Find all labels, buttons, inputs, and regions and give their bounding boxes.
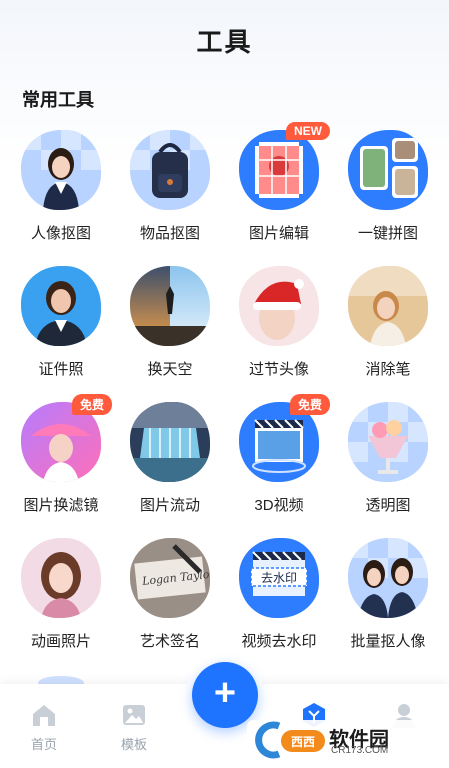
tool-batch-portrait-cutout[interactable]: 批量抠人像 (333, 538, 443, 651)
sky-replace-image (130, 266, 210, 346)
batch-portrait-cutout-image (348, 538, 428, 618)
tool-label: 过节头像 (248, 361, 309, 378)
tool-label: 视频去水印 (241, 633, 317, 650)
tool-label: 一键拼图 (357, 225, 418, 242)
tool-collage[interactable]: 一键拼图 (333, 130, 443, 243)
tab-home[interactable]: 首页 (14, 702, 74, 753)
tool-sky-replace[interactable]: 换天空 (115, 266, 225, 379)
tool-3d-video[interactable]: 免费 3D视频 (224, 394, 334, 515)
animated-photo-image (21, 538, 101, 618)
tool-label: 图片流动 (139, 497, 200, 514)
tool-image-edit[interactable]: NEW 图片编辑 (224, 122, 334, 243)
tool-art-signature[interactable]: Logan Taylor 艺术签名 (115, 538, 225, 651)
tool-animated-photo[interactable]: 动画照片 (6, 538, 116, 651)
holiday-avatar-image (239, 266, 319, 346)
image-template-icon (121, 702, 147, 728)
home-icon (31, 702, 57, 728)
free-badge: 免费 (289, 394, 330, 415)
watermark-removal-image: 去水印 (239, 538, 319, 618)
watermark-logo-icon: 西西 (255, 721, 325, 759)
tool-object-cutout[interactable]: 物品抠图 (115, 130, 225, 243)
tool-holiday-avatar[interactable]: 过节头像 (224, 266, 334, 379)
tool-id-photo[interactable]: 证件照 (6, 266, 116, 379)
image-flow-image (130, 402, 210, 482)
tab-home-label: 首页 (30, 737, 57, 752)
object-cutout-image (130, 130, 210, 210)
tool-label: 批量抠人像 (350, 633, 426, 650)
tool-label: 证件照 (38, 361, 84, 378)
tool-label: 透明图 (365, 497, 411, 514)
tool-image-flow[interactable]: 图片流动 (115, 402, 225, 515)
page-title: 工具 (196, 27, 253, 57)
id-photo-image (21, 266, 101, 346)
new-badge: NEW (286, 122, 330, 140)
tool-video-watermark-removal[interactable]: 去水印 视频去水印 (224, 538, 334, 651)
site-watermark: 西西 软件园 CR173.COM (247, 720, 443, 760)
tool-label: 动画照片 (30, 633, 91, 650)
tab-templates[interactable]: 模板 (104, 702, 164, 753)
art-signature-image: Logan Taylor (130, 538, 210, 618)
tool-label: 人像抠图 (30, 225, 91, 242)
tab-templates-label: 模板 (120, 737, 147, 752)
portrait-cutout-image (21, 130, 101, 210)
tool-label: 3D视频 (254, 497, 304, 514)
tool-label: 物品抠图 (139, 225, 200, 242)
tool-eraser-pen[interactable]: 消除笔 (333, 266, 443, 379)
tool-transparent-image[interactable]: 透明图 (333, 402, 443, 515)
watermark-sample-text: 去水印 (261, 571, 297, 585)
tool-label: 图片换滤镜 (23, 497, 99, 514)
tool-label: 艺术签名 (139, 633, 200, 650)
svg-text:西西: 西西 (291, 735, 315, 749)
section-title-common-tools: 常用工具 (22, 90, 94, 110)
tool-label: 消除笔 (365, 361, 411, 378)
tool-image-filter[interactable]: 免费 图片换滤镜 (6, 394, 116, 515)
eraser-pen-image (348, 266, 428, 346)
tool-label: 换天空 (147, 361, 193, 378)
watermark-domain: CR173.COM (331, 745, 389, 756)
transparent-image-image (348, 402, 428, 482)
image-edit-image (239, 130, 319, 210)
free-badge: 免费 (71, 394, 112, 415)
collage-image (348, 130, 428, 210)
add-button[interactable]: + (192, 662, 258, 728)
tool-label: 图片编辑 (248, 225, 309, 242)
tool-portrait-cutout[interactable]: 人像抠图 (6, 130, 116, 243)
